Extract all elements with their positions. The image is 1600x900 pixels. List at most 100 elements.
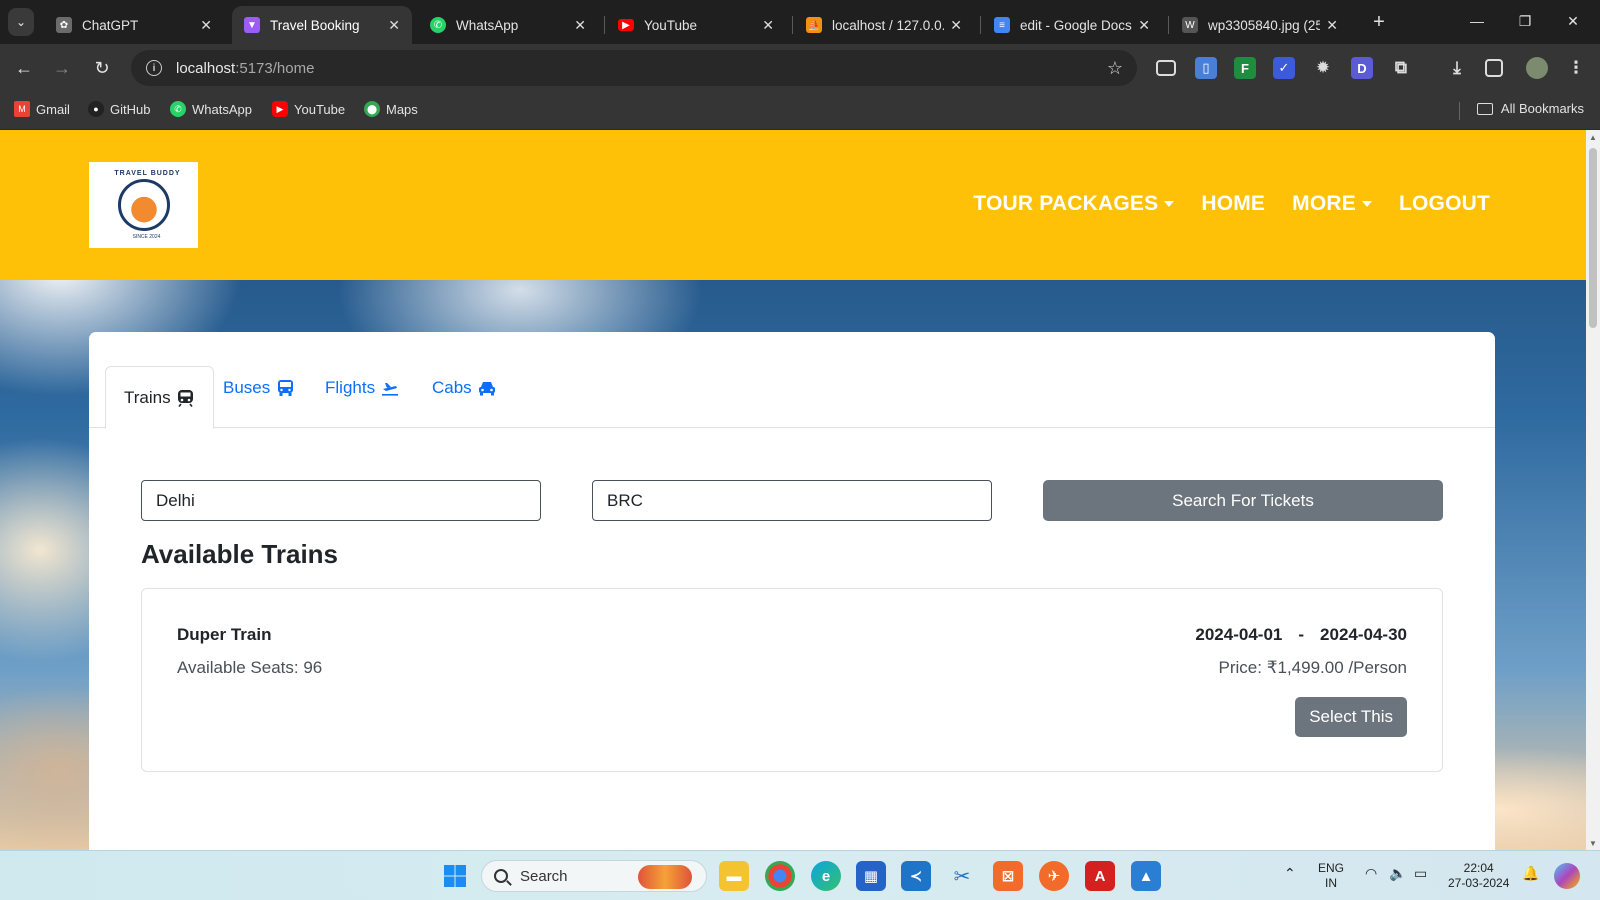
edge-icon[interactable]: e (811, 861, 841, 891)
minimize-button[interactable]: — (1454, 6, 1500, 36)
site-info-icon[interactable]: i (146, 60, 162, 76)
tab-label: Cabs (432, 378, 472, 397)
close-window-button[interactable]: ✕ (1550, 6, 1596, 36)
url-host: localhost (176, 59, 236, 77)
battery-icon[interactable]: ▭ (1414, 866, 1427, 881)
xampp-icon[interactable]: ⊠ (993, 861, 1023, 891)
chrome-icon[interactable] (765, 861, 795, 891)
close-icon[interactable]: ✕ (762, 17, 774, 34)
back-icon[interactable]: ← (12, 56, 36, 80)
tab-trains[interactable]: Trains (105, 366, 214, 429)
forward-icon[interactable]: → (50, 56, 74, 80)
tab-search-button[interactable]: ⌄ (8, 8, 34, 36)
browser-tab-phpmyadmin[interactable]: ⛵ localhost / 127.0.0.1 ✕ (794, 6, 974, 44)
scroll-up-icon[interactable]: ▲ (1586, 130, 1600, 144)
browser-tab-image[interactable]: W wp3305840.jpg (2560 ✕ (1170, 6, 1350, 44)
nav-tour-packages[interactable]: TOUR PACKAGES (973, 192, 1175, 216)
extensions-puzzle-icon[interactable]: ⧉ (1390, 57, 1412, 79)
acrobat-icon[interactable]: A (1085, 861, 1115, 891)
address-bar[interactable]: i localhost:5173/home ☆ (131, 50, 1137, 86)
all-bookmarks-button[interactable]: All Bookmarks (1476, 101, 1584, 116)
close-icon[interactable]: ✕ (1138, 17, 1150, 34)
nav-logout[interactable]: LOGOUT (1399, 192, 1490, 216)
search-tickets-button[interactable]: Search For Tickets (1043, 480, 1443, 521)
restore-button[interactable]: ❐ (1502, 6, 1548, 36)
from-city-input[interactable]: Delhi (141, 480, 541, 521)
windows-start-icon[interactable] (440, 861, 470, 891)
photos-icon[interactable]: ▲ (1131, 861, 1161, 891)
bookmark-maps[interactable]: ⬤ Maps (364, 101, 418, 117)
new-tab-button[interactable]: + (1365, 8, 1393, 36)
extension-feather-icon[interactable]: ✓ (1273, 57, 1295, 79)
site-logo[interactable]: TRAVEL BUDDY SINCE 2024 (89, 162, 198, 248)
nav-home[interactable]: HOME (1201, 192, 1265, 216)
snipping-tool-icon[interactable]: ✂ (947, 861, 977, 891)
date-separator: - (1298, 625, 1305, 644)
caret-down-icon (1164, 201, 1175, 207)
microsoft-store-icon[interactable]: ▦ (856, 861, 886, 891)
vite-icon: ▼ (244, 17, 260, 33)
caret-down-icon (1361, 201, 1372, 207)
download-icon[interactable]: ⤓ (1446, 57, 1468, 79)
browser-tab-google-docs[interactable]: ≡ edit - Google Docs ✕ (982, 6, 1162, 44)
tab-title: YouTube (644, 17, 698, 33)
show-hidden-icons-chevron[interactable]: ⌃ (1284, 866, 1296, 881)
cast-icon[interactable] (1156, 60, 1176, 76)
browser-tab-strip: ⌄ ✿ ChatGPT ✕ ▼ Travel Booking ✕ ✆ Whats… (0, 0, 1600, 44)
close-icon[interactable]: ✕ (388, 17, 400, 34)
bookmark-whatsapp[interactable]: ✆ WhatsApp (170, 101, 252, 117)
browser-tab-youtube[interactable]: ▶ YouTube ✕ (606, 6, 786, 44)
bus-icon (276, 379, 294, 397)
copilot-icon[interactable] (1554, 863, 1580, 889)
browser-tab-whatsapp[interactable]: ✆ WhatsApp ✕ (418, 6, 598, 44)
region-code: IN (1325, 876, 1337, 890)
file-explorer-icon[interactable]: ▬ (719, 861, 749, 891)
tab-cabs[interactable]: Cabs (414, 366, 514, 410)
bookmark-label: YouTube (294, 101, 346, 117)
available-trains-heading: Available Trains (141, 539, 339, 569)
close-icon[interactable]: ✕ (950, 17, 962, 34)
side-panel-icon[interactable] (1485, 59, 1503, 77)
reload-icon[interactable]: ↻ (90, 56, 114, 80)
profile-avatar[interactable] (1526, 57, 1548, 79)
wifi-icon[interactable]: ◠ (1365, 866, 1377, 881)
extension-f-icon[interactable]: F (1234, 57, 1256, 79)
menu-kebab-icon[interactable]: ⋮ (1565, 57, 1587, 79)
vscode-icon[interactable]: ≺ (901, 861, 931, 891)
clock[interactable]: 22:04 27-03-2024 (1448, 861, 1509, 891)
browser-tab-chatgpt[interactable]: ✿ ChatGPT ✕ (44, 6, 224, 44)
notification-bell-icon[interactable]: 🔔 (1522, 866, 1539, 881)
bookmark-github[interactable]: ● GitHub (88, 101, 150, 117)
close-icon[interactable]: ✕ (574, 17, 586, 34)
extension-gear-icon[interactable]: ✹ (1312, 57, 1334, 79)
maps-icon: ⬤ (364, 101, 380, 117)
logo-subtext: SINCE 2024 (132, 234, 161, 240)
close-icon[interactable]: ✕ (1326, 17, 1338, 34)
bookmark-star-icon[interactable]: ☆ (1107, 58, 1123, 79)
all-bookmarks-label: All Bookmarks (1500, 101, 1584, 116)
train-result-card: Duper Train Available Seats: 96 2024-04-… (141, 588, 1443, 772)
browser-tab-travel-booking[interactable]: ▼ Travel Booking ✕ (232, 6, 412, 44)
close-icon[interactable]: ✕ (200, 17, 212, 34)
nav-label: MORE (1292, 192, 1356, 215)
scroll-thumb[interactable] (1589, 148, 1597, 328)
youtube-icon: ▶ (272, 101, 288, 117)
price-per-person: Price: ₹1,499.00 /Person (1218, 658, 1407, 677)
bookmark-youtube[interactable]: ▶ YouTube (272, 101, 345, 117)
gmail-icon: M (14, 101, 30, 117)
extension-d-icon[interactable]: D (1351, 57, 1373, 79)
postman-icon[interactable]: ✈ (1039, 861, 1069, 891)
select-train-button[interactable]: Select This (1295, 697, 1407, 737)
to-city-input[interactable]: BRC (592, 480, 992, 521)
taskbar-search[interactable]: Search (481, 860, 707, 892)
volume-icon[interactable]: 🔈 (1389, 866, 1406, 881)
tab-flights[interactable]: Flights (307, 366, 417, 410)
start-date: 2024-04-01 (1195, 625, 1283, 644)
bookmark-gmail[interactable]: M Gmail (14, 101, 70, 117)
tab-buses[interactable]: Buses (205, 366, 312, 410)
nav-more[interactable]: MORE (1292, 192, 1372, 216)
language-indicator[interactable]: ENG IN (1318, 861, 1344, 891)
scroll-down-icon[interactable]: ▼ (1586, 836, 1600, 850)
page-scrollbar[interactable]: ▲ ▼ (1586, 130, 1600, 850)
extension-docs-icon[interactable]: ▯ (1195, 57, 1217, 79)
